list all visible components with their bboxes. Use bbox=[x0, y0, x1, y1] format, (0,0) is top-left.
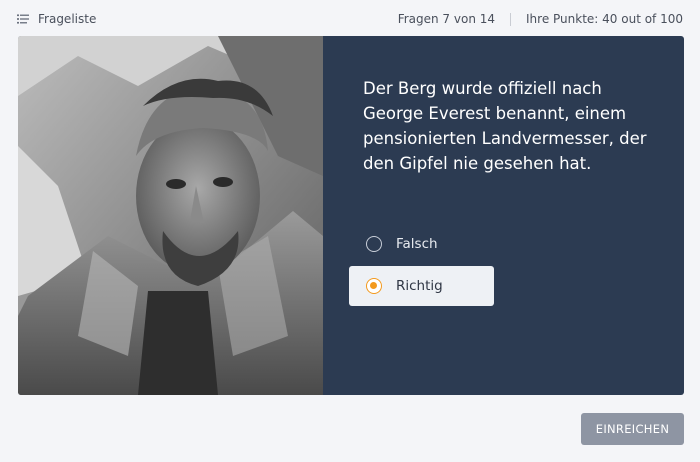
divider bbox=[510, 12, 512, 26]
submit-button[interactable]: EINREICHEN bbox=[581, 413, 684, 445]
top-bar: Frageliste Fragen 7 von 14 Ihre Punkte: … bbox=[0, 0, 700, 36]
question-photo bbox=[18, 36, 323, 395]
answer-option-richtig[interactable]: Richtig bbox=[349, 266, 494, 306]
answer-label: Falsch bbox=[396, 236, 438, 252]
question-card: Der Berg wurde offiziell nach George Eve… bbox=[18, 36, 684, 395]
question-progress: Fragen 7 von 14 bbox=[397, 12, 496, 26]
list-icon bbox=[17, 14, 29, 24]
question-text: Der Berg wurde offiziell nach George Eve… bbox=[363, 79, 647, 173]
question-list-label: Frageliste bbox=[38, 12, 97, 26]
radio-button[interactable] bbox=[366, 236, 382, 252]
answer-label: Richtig bbox=[396, 278, 443, 294]
answer-option-falsch[interactable]: Falsch bbox=[349, 224, 494, 264]
quiz-stats: Fragen 7 von 14 Ihre Punkte: 40 out of 1… bbox=[398, 11, 683, 27]
question-list-button[interactable]: Frageliste bbox=[17, 11, 96, 27]
radio-button[interactable] bbox=[366, 278, 382, 294]
score-text: Ihre Punkte: 40 out of 100 bbox=[526, 12, 683, 26]
